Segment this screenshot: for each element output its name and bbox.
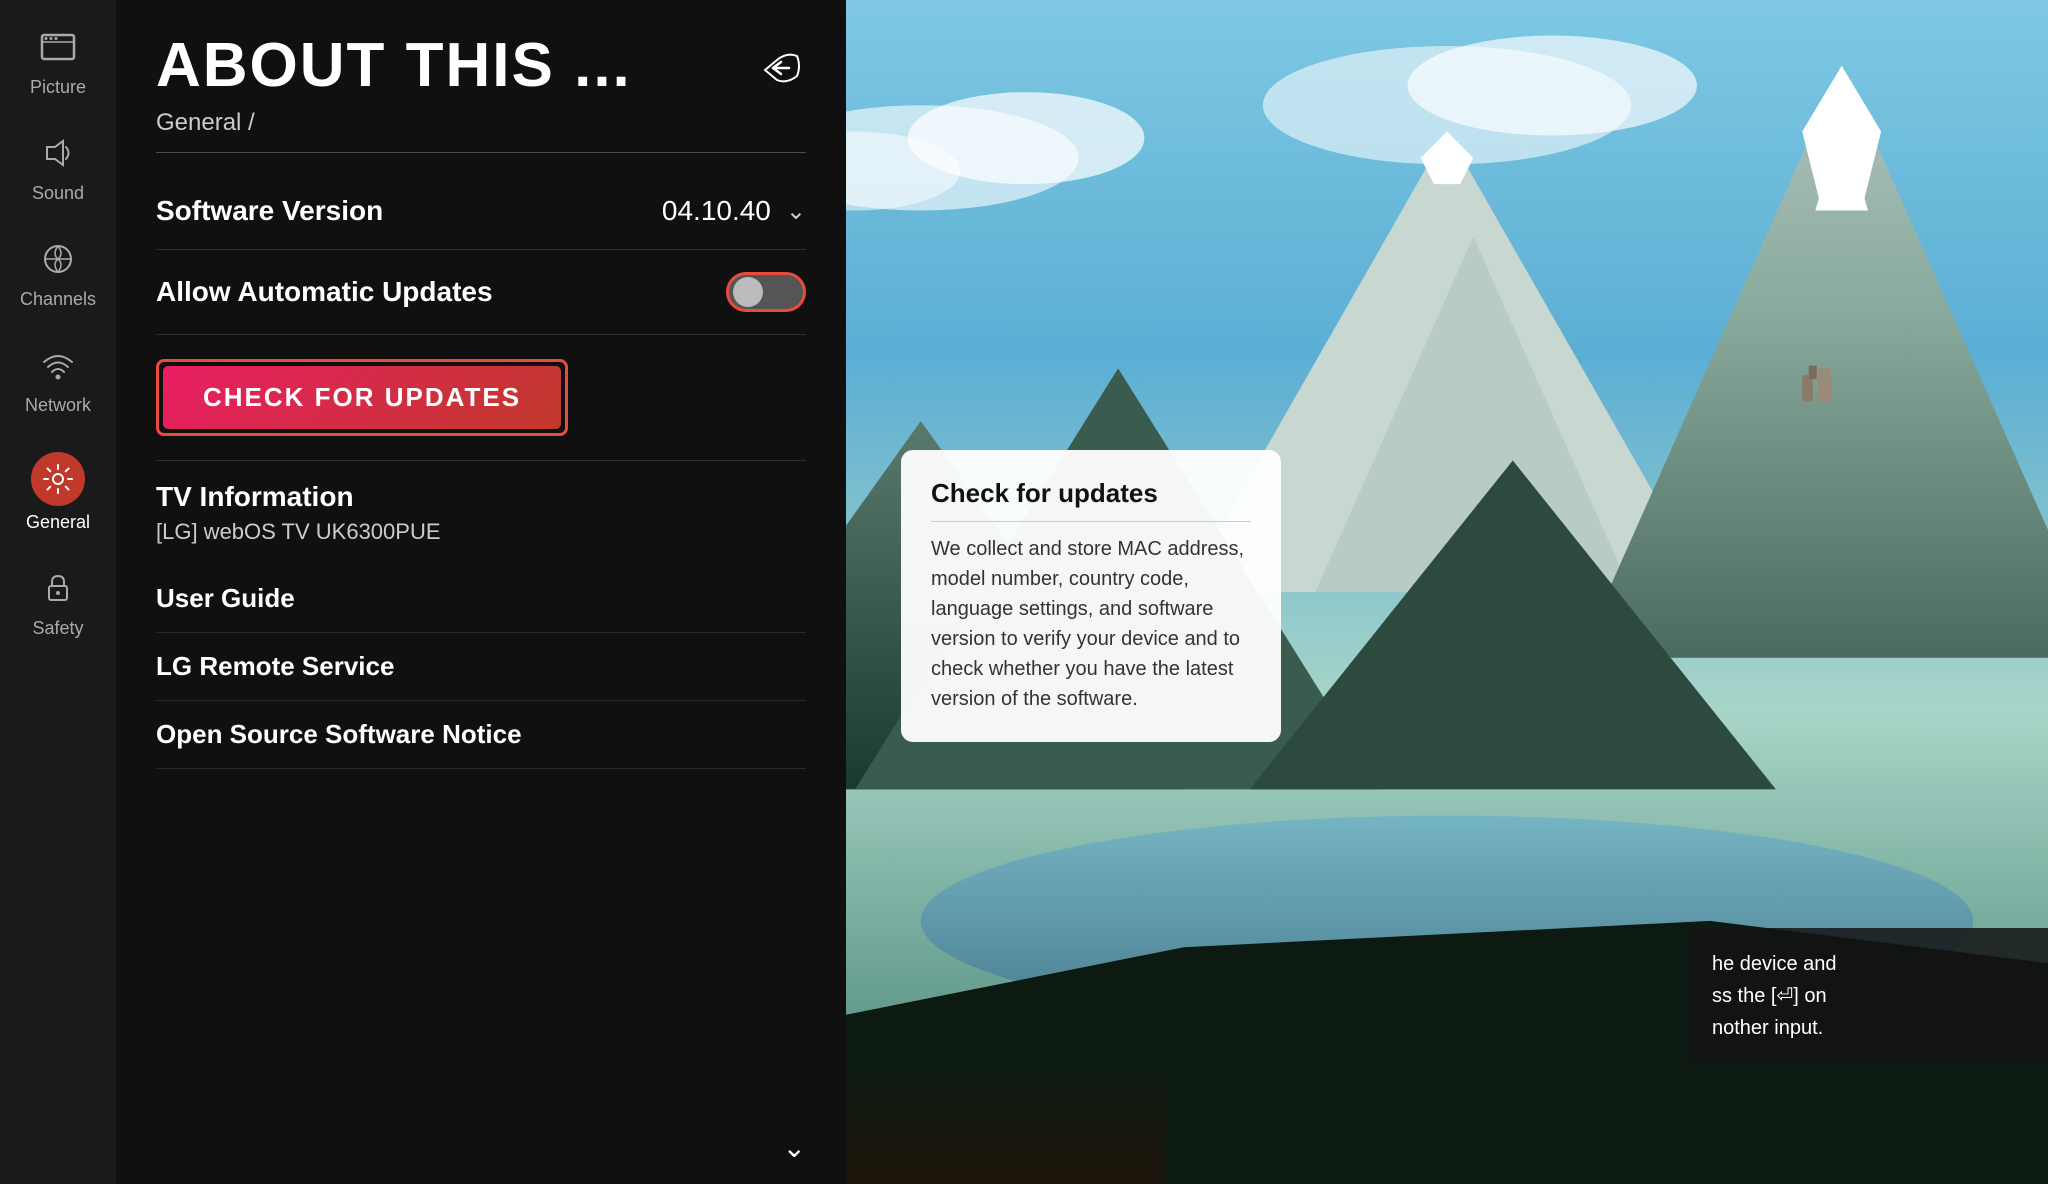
tooltip-popup: Check for updates We collect and store M… — [901, 450, 1281, 742]
sidebar-item-label-picture: Picture — [30, 77, 86, 98]
sidebar-item-safety[interactable]: Safety — [0, 551, 116, 657]
user-guide-label: User Guide — [156, 583, 295, 613]
sidebar-item-picture[interactable]: Picture — [0, 10, 116, 116]
breadcrumb: General / — [156, 109, 806, 153]
page-title-text: ABOUT THIS ... — [156, 30, 632, 101]
sidebar-item-label-channels: Channels — [20, 289, 96, 310]
software-version-label: Software Version — [156, 195, 383, 227]
tv-info-title: TV Information — [156, 481, 806, 513]
tooltip-title: Check for updates — [931, 478, 1251, 522]
check-updates-wrapper: CHECK FOR UPDATES — [156, 335, 806, 461]
tv-info-model: [LG] webOS TV UK6300PUE — [156, 519, 806, 545]
scroll-down-icon[interactable]: ⌄ — [783, 1131, 806, 1164]
general-icon-wrap — [31, 452, 85, 506]
tv-content-area: Check for updates We collect and store M… — [846, 0, 2048, 1184]
info-overlay-text: he device andss the [⏎] onnother input. — [1712, 953, 1837, 1039]
sidebar-item-label-sound: Sound — [32, 183, 84, 204]
auto-updates-row: Allow Automatic Updates — [156, 250, 806, 335]
sidebar-item-sound[interactable]: Sound — [0, 116, 116, 222]
open-source-label: Open Source Software Notice — [156, 719, 522, 749]
sidebar: Picture Sound Channels — [0, 0, 116, 1184]
keyboard-hint — [846, 1064, 1166, 1184]
toggle-track — [726, 272, 806, 312]
sidebar-item-label-network: Network — [25, 395, 91, 416]
toggle-thumb — [733, 277, 763, 307]
sidebar-item-label-safety: Safety — [32, 618, 83, 639]
page-title-row: ABOUT THIS ... — [156, 30, 806, 101]
check-updates-button[interactable]: CHECK FOR UPDATES — [163, 366, 561, 429]
tv-information-section: TV Information [LG] webOS TV UK6300PUE — [156, 461, 806, 565]
channels-icon — [39, 240, 77, 283]
open-source-item[interactable]: Open Source Software Notice — [156, 701, 806, 769]
software-version-row: Software Version 04.10.40 ⌄ — [156, 173, 806, 250]
software-version-value-group: 04.10.40 ⌄ — [662, 195, 806, 227]
auto-updates-toggle[interactable] — [726, 272, 806, 312]
software-version-value: 04.10.40 — [662, 195, 771, 227]
sidebar-item-network[interactable]: Network — [0, 328, 116, 434]
tooltip-text: We collect and store MAC address, model … — [931, 534, 1251, 714]
sidebar-item-general[interactable]: General — [0, 434, 116, 551]
main-panel: ABOUT THIS ... General / Software Versio… — [116, 0, 846, 1184]
remote-service-item[interactable]: LG Remote Service — [156, 633, 806, 701]
back-button[interactable] — [756, 41, 806, 91]
sidebar-item-channels[interactable]: Channels — [0, 222, 116, 328]
safety-icon — [39, 569, 77, 612]
chevron-up-icon[interactable]: ⌄ — [786, 197, 806, 226]
user-guide-item[interactable]: User Guide — [156, 565, 806, 633]
check-updates-btn-outer: CHECK FOR UPDATES — [156, 359, 568, 436]
remote-service-label: LG Remote Service — [156, 651, 394, 681]
info-overlay: he device andss the [⏎] onnother input. — [1688, 928, 2048, 1064]
tv-background: Check for updates We collect and store M… — [846, 0, 2048, 1184]
sidebar-item-label-general: General — [26, 512, 90, 533]
network-icon — [39, 346, 77, 389]
picture-icon — [39, 28, 77, 71]
sound-icon — [39, 134, 77, 177]
auto-updates-label: Allow Automatic Updates — [156, 276, 493, 308]
